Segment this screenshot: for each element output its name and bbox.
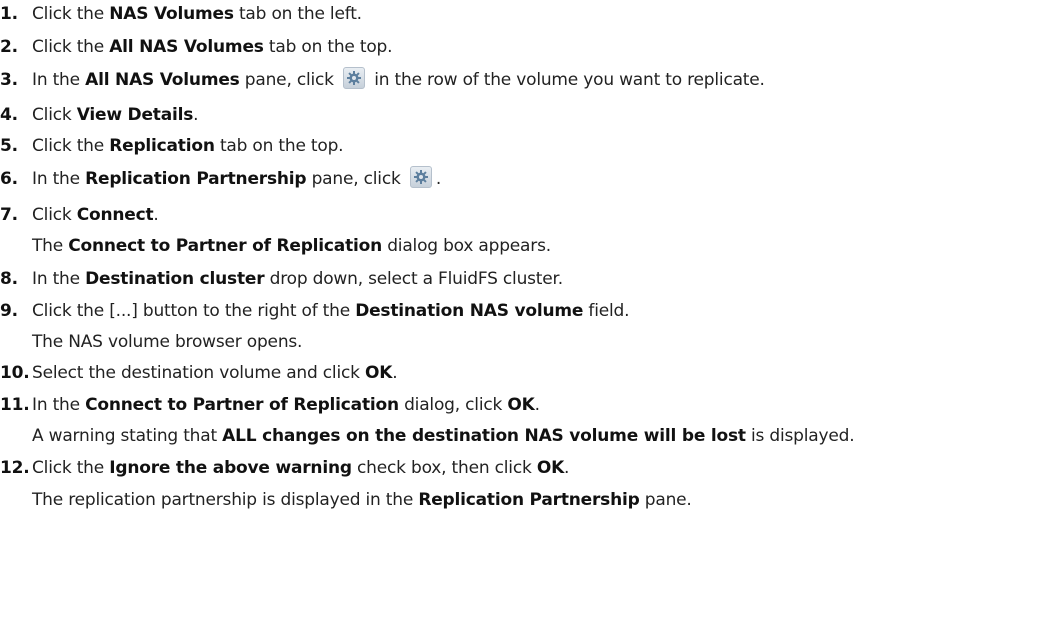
step-text: Click the [...] button to the right of t… xyxy=(32,298,630,324)
step-text: Click the Ignore the above warning check… xyxy=(32,455,569,481)
ui-term: Connect to Partner of Replication xyxy=(85,395,399,415)
gear-icon xyxy=(343,67,366,89)
step-text: In the All NAS Volumes pane, click in th… xyxy=(32,67,765,93)
step-text-run: . xyxy=(193,105,199,125)
step-text-run: dialog box appears. xyxy=(382,236,551,256)
ui-term: Ignore the above warning xyxy=(109,458,352,478)
ui-term: All NAS Volumes xyxy=(85,70,240,90)
step-text-run: . xyxy=(392,363,398,383)
step-number: 5. xyxy=(0,136,18,156)
step-text-run: The NAS volume browser opens. xyxy=(32,332,303,352)
gear-icon xyxy=(409,166,432,188)
step-text: Click Connect. xyxy=(32,202,159,228)
ui-term: Connect to Partner of Replication xyxy=(68,236,383,256)
step-text-run: The replication partnership is displayed… xyxy=(32,490,419,510)
ui-term: Replication xyxy=(109,136,215,156)
step-text: Click the All NAS Volumes tab on the top… xyxy=(32,34,393,60)
ui-term: OK xyxy=(536,458,565,478)
step-text: The Connect to Partner of Replication di… xyxy=(32,233,551,259)
step-text-run: dialog, click xyxy=(398,395,508,415)
ui-term: Destination NAS volume xyxy=(355,301,584,321)
ui-term: OK xyxy=(507,395,535,415)
step-text: Click the NAS Volumes tab on the left. xyxy=(32,1,362,27)
step-text-run: Click xyxy=(32,105,77,125)
step-text: Select the destination volume and click … xyxy=(32,360,398,386)
step-text-run: tab on the top. xyxy=(263,37,393,57)
step-text-run: Select the destination volume and click xyxy=(32,363,365,383)
step-number: 7. xyxy=(0,205,18,225)
step-text-run: A warning stating that xyxy=(32,426,223,446)
step-text-run: tab on the top. xyxy=(214,136,344,156)
step-text-run: pane, click xyxy=(306,169,406,189)
step-text-run: . xyxy=(435,169,442,189)
step-text-run: field. xyxy=(583,301,630,321)
ui-term: NAS Volumes xyxy=(109,4,234,24)
ui-term: View Details xyxy=(76,105,194,125)
step-number: 9. xyxy=(0,301,18,321)
step-number: 12. xyxy=(0,458,30,478)
step-text: In the Connect to Partner of Replication… xyxy=(32,392,540,418)
step-text-run: Click xyxy=(32,205,77,225)
step-text: Click the Replication tab on the top. xyxy=(32,133,344,159)
step-text: The NAS volume browser opens. xyxy=(32,329,302,355)
ui-term: Connect xyxy=(76,205,154,225)
step-number: 11. xyxy=(0,395,30,415)
step-text-run: In the xyxy=(32,169,86,189)
step-text: A warning stating that ALL changes on th… xyxy=(32,423,855,449)
ui-term: ALL changes on the destination NAS volum… xyxy=(222,426,746,446)
step-text: In the Replication Partnership pane, cli… xyxy=(32,166,441,192)
step-text-run: . xyxy=(564,458,570,478)
step-text-run: drop down, select a FluidFS cluster. xyxy=(264,269,564,289)
step-text-run: tab on the left. xyxy=(233,4,362,24)
step-text-run: is displayed. xyxy=(745,426,855,446)
ui-term: OK xyxy=(364,363,393,383)
step-text-run: In the xyxy=(32,70,86,90)
step-text-run: check box, then click xyxy=(351,458,537,478)
step-text-run: In the xyxy=(32,269,86,289)
step-text-run: pane. xyxy=(639,490,692,510)
ui-term: Replication Partnership xyxy=(418,490,640,510)
step-text-run: pane, click xyxy=(239,70,340,90)
step-text-run: Click the [...] button to the right of t… xyxy=(32,301,356,321)
step-text-run: In the xyxy=(32,395,86,415)
step-text: The replication partnership is displayed… xyxy=(32,487,692,513)
step-number: 6. xyxy=(0,169,18,189)
step-number: 4. xyxy=(0,105,18,125)
step-text-run: Click the xyxy=(32,37,110,57)
step-text: Click View Details. xyxy=(32,102,199,128)
step-text-run: Click the xyxy=(32,458,110,478)
step-text-run: . xyxy=(153,205,159,225)
ui-term: Destination cluster xyxy=(85,269,265,289)
ui-term: Replication Partnership xyxy=(85,169,307,189)
step-text-run: The xyxy=(32,236,69,256)
step-text-run: Click the xyxy=(32,4,110,24)
step-text: In the Destination cluster drop down, se… xyxy=(32,266,563,292)
step-number: 1. xyxy=(0,4,18,24)
step-number: 8. xyxy=(0,269,18,289)
step-text-run: . xyxy=(534,395,540,415)
ui-term: All NAS Volumes xyxy=(109,37,264,57)
step-text-run: in the row of the volume you want to rep… xyxy=(369,70,765,90)
step-number: 10. xyxy=(0,363,30,383)
step-number: 3. xyxy=(0,70,18,90)
step-text-run: Click the xyxy=(32,136,110,156)
step-number: 2. xyxy=(0,37,18,57)
instruction-list: 1. Click the NAS Volumes tab on the left.… xyxy=(0,0,1062,619)
